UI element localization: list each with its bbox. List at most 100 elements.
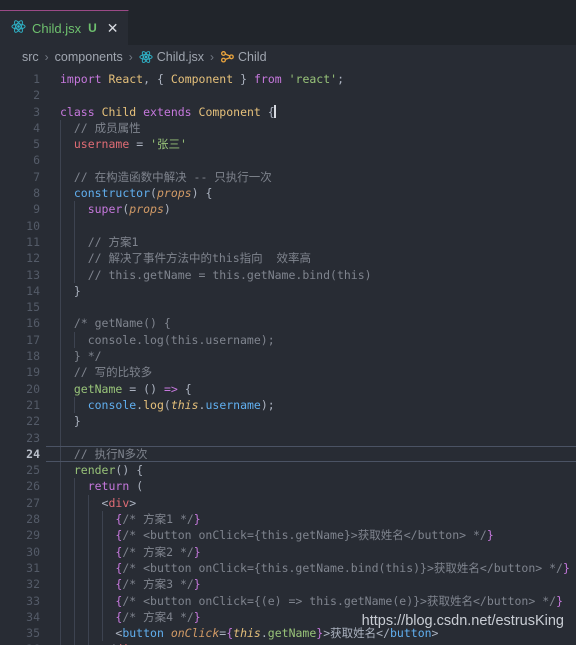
code-token: ): [191, 186, 199, 201]
code-token: constructor: [73, 186, 151, 201]
code-line[interactable]: 4 // 成员属性: [0, 119, 576, 137]
code-token: >: [129, 495, 137, 510]
code-line[interactable]: 29 {/* <button onClick={this.getName}>获取…: [0, 527, 576, 544]
code-line[interactable]: 28 {/* 方案1 */}: [0, 511, 576, 528]
code-line[interactable]: 25 render() {: [0, 462, 576, 479]
code-line[interactable]: 20 getName = () => {: [0, 380, 576, 397]
code-line[interactable]: 31 {/* <button onClick={this.getName.bin…: [0, 559, 576, 577]
code-token: class: [60, 104, 95, 119]
code-line[interactable]: 13 // this.getName = this.getName.bind(t…: [0, 266, 576, 283]
breadcrumb-item-components[interactable]: components: [55, 50, 123, 64]
code-line[interactable]: 1 import React, { Component } from 'react…: [0, 71, 576, 87]
code-token: 'react': [288, 72, 338, 86]
code-line[interactable]: 10: [0, 217, 576, 234]
vscode-window: · · · · · · · · · · · · · · · · Child.js…: [0, 0, 576, 645]
line-number: 36: [0, 641, 40, 645]
code-token: log: [143, 397, 164, 412]
line-number: 9: [33, 202, 40, 217]
code-line[interactable]: 15: [0, 299, 576, 316]
code-line[interactable]: 32 {/* 方案3 */}: [0, 576, 576, 593]
line-number: 28: [26, 512, 40, 527]
code-line[interactable]: 9 super(props): [0, 201, 576, 218]
code-token: (: [163, 397, 171, 412]
close-icon[interactable]: ✕: [107, 21, 119, 35]
code-token: }: [193, 577, 201, 592]
menu-bar-window-controls[interactable]: · · ·: [519, 0, 566, 5]
line-number: 24: [26, 446, 40, 461]
code-token: ): [150, 381, 158, 396]
code-token: } */: [60, 349, 102, 364]
code-line[interactable]: 21 console.log(this.username);: [0, 396, 576, 414]
line-number: 10: [26, 218, 40, 233]
code-token: return: [87, 479, 130, 494]
line-number: 32: [26, 577, 40, 592]
code-line[interactable]: 8 constructor(props) {: [0, 185, 576, 202]
code-line[interactable]: 33 {/* <button onClick={(e) => this.getN…: [0, 592, 576, 609]
line-number: 21: [26, 397, 40, 412]
code-text: // this.getName = this.getName.bind(this…: [60, 267, 372, 283]
code-line[interactable]: 34 {/* 方案4 */}: [0, 608, 576, 626]
code-token: username: [73, 137, 130, 152]
code-line[interactable]: 2: [0, 87, 576, 103]
code-text: // 在构造函数中解决 -- 只执行一次: [60, 169, 272, 185]
code-token: /* 方案1 */: [122, 512, 194, 527]
code-line[interactable]: 16 /* getName() {: [0, 315, 576, 332]
chevron-right-icon: ›: [210, 50, 215, 64]
code-line[interactable]: 19 // 写的比较多: [0, 364, 576, 381]
code-line[interactable]: 35 <button onClick={this.getName}>获取姓名</…: [0, 625, 576, 642]
code-text: {/* 方案2 */}: [60, 544, 200, 560]
code-token: ;: [267, 397, 275, 412]
code-line[interactable]: 7 // 在构造函数中解决 -- 只执行一次: [0, 168, 576, 186]
code-line[interactable]: 6: [0, 152, 576, 169]
code-line[interactable]: 36 </div>: [0, 641, 576, 645]
code-text: <button onClick={this.getName}>获取姓名</but…: [60, 625, 438, 641]
code-line[interactable]: 27 <div>: [0, 494, 576, 512]
breadcrumb-item-src[interactable]: src: [22, 50, 39, 64]
code-editor[interactable]: 1 import React, { Component } from 'react…: [0, 69, 576, 645]
line-number: 14: [26, 283, 40, 298]
react-icon: [139, 50, 153, 64]
line-number: 1: [33, 72, 40, 86]
menu-bar[interactable]: · · · · · · · · · · · · · · · ·: [0, 0, 576, 10]
code-lines[interactable]: 1 import React, { Component } from 'react…: [0, 69, 576, 645]
code-line[interactable]: 12 // 解决了事件方法中的this指向 效率高: [0, 250, 576, 267]
code-line[interactable]: 14 }: [0, 282, 576, 300]
code-line[interactable]: 17 console.log(this.username);: [0, 331, 576, 349]
indent-guide: [60, 299, 61, 316]
code-token: // 解决了事件方法中的this指向 效率高: [60, 251, 312, 266]
code-text: console.log(this.username);: [60, 332, 275, 348]
tab-child-jsx[interactable]: Child.jsx U ✕: [0, 10, 129, 45]
breadcrumb-item-child-jsx[interactable]: Child.jsx: [139, 50, 204, 64]
code-text: return (: [60, 478, 143, 494]
code-line[interactable]: 18 } */: [0, 348, 576, 365]
code-line[interactable]: 23: [0, 429, 576, 446]
breadcrumb-item-child-symbol[interactable]: Child: [220, 50, 267, 64]
code-line[interactable]: 5 username = '张三': [0, 136, 576, 153]
code-line[interactable]: 26 return (: [0, 478, 576, 495]
code-line[interactable]: 11 // 方案1: [0, 233, 576, 251]
code-token: // 在构造函数中解决 -- 只执行一次: [60, 169, 272, 184]
text-cursor: [274, 104, 276, 118]
editor-tab-bar: Child.jsx U ✕: [0, 10, 576, 45]
code-line[interactable]: 24 // 执行N多次: [0, 445, 576, 463]
chevron-right-icon: ›: [128, 50, 133, 64]
code-token: /* <button onClick={this.getName.bind(th…: [122, 560, 563, 575]
chevron-right-icon: ›: [44, 50, 49, 64]
menu-bar-items[interactable]: · · · · · · · · · · · · ·: [30, 0, 214, 5]
code-line[interactable]: 3 class Child extends Component {: [0, 104, 576, 120]
code-line[interactable]: 30 {/* 方案2 */}: [0, 543, 576, 560]
indent-guide: [60, 429, 61, 446]
code-token: (: [150, 186, 157, 201]
code-line[interactable]: 22 }: [0, 413, 576, 430]
line-number: 15: [26, 300, 40, 315]
code-text: getName = () => {: [60, 381, 192, 397]
